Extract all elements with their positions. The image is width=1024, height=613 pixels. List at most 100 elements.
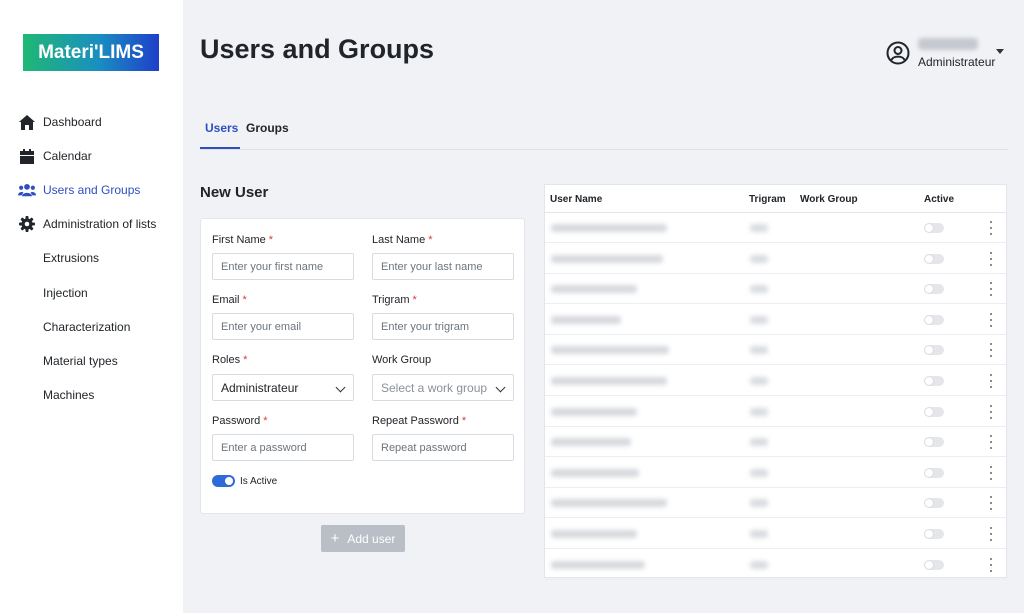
add-user-button[interactable]: + Add user [321,525,405,552]
email-label: Email * [212,294,247,306]
kebab-menu-icon[interactable] [988,312,994,327]
caret-down-icon[interactable] [996,49,1004,54]
user-name-redacted [551,346,669,355]
sidebar-item-label: Extrusions [43,251,100,265]
is-active-toggle[interactable] [212,475,235,487]
user-name-redacted [918,38,978,50]
new-user-form: First Name * Enter your first name Last N… [200,218,525,514]
column-header-work-group[interactable]: Work Group [800,194,858,205]
first-name-label: First Name * [212,234,274,246]
user-name-redacted [551,438,631,447]
active-toggle[interactable] [924,559,944,570]
kebab-menu-icon[interactable] [988,465,994,480]
tab-groups[interactable]: Groups [246,121,289,135]
column-header-trigram[interactable]: Trigram [749,194,786,205]
sidebar-item-machines[interactable]: Machines [0,383,183,407]
sidebar: Materi'LIMS Dashboard Calendar Users and… [0,0,183,613]
sidebar-item-label: Machines [43,388,95,402]
kebab-menu-icon[interactable] [988,343,994,358]
trigram-redacted [750,530,768,538]
active-toggle[interactable] [924,437,944,448]
trigram-redacted [750,224,768,232]
active-toggle[interactable] [924,498,944,509]
trigram-field[interactable]: Enter your trigram [372,313,514,340]
table-row[interactable] [545,366,1006,396]
users-table: User Name Trigram Work Group Active [544,184,1007,580]
add-user-label: Add user [347,531,396,546]
kebab-menu-icon[interactable] [988,374,994,388]
column-header-user-name[interactable]: User Name [550,194,602,205]
calendar-icon [18,147,36,165]
sidebar-item-dashboard[interactable]: Dashboard [0,110,183,134]
user-name-redacted [551,560,645,569]
roles-label: Roles * [212,354,248,366]
table-row[interactable] [545,488,1006,519]
sidebar-item-material-types[interactable]: Material types [0,349,183,373]
sidebar-item-injection[interactable]: Injection [0,281,183,305]
kebab-menu-icon[interactable] [988,282,994,297]
kebab-menu-icon[interactable] [988,527,994,541]
active-toggle[interactable] [924,467,944,478]
trigram-redacted [750,560,768,569]
user-menu[interactable]: Administrateur [886,36,1016,76]
user-name-redacted [551,377,667,385]
trigram-redacted [750,346,768,355]
sidebar-item-administration-of-lists[interactable]: Administration of lists [0,212,183,236]
sidebar-item-label: Calendar [43,149,92,163]
kebab-menu-icon[interactable] [988,435,994,450]
app-logo[interactable]: Materi'LIMS [23,34,159,71]
user-name-redacted [551,407,637,416]
column-header-active[interactable]: Active [924,194,954,205]
table-row[interactable] [545,458,1006,488]
active-toggle[interactable] [924,223,944,233]
table-row[interactable] [545,213,1006,243]
sidebar-item-calendar[interactable]: Calendar [0,144,183,168]
table-row[interactable] [545,519,1006,549]
table-row[interactable] [545,244,1006,274]
sidebar-item-users-and-groups[interactable]: Users and Groups [0,178,183,202]
table-row[interactable] [545,335,1006,366]
user-name-redacted [551,254,663,263]
sidebar-item-label: Administration of lists [43,217,157,231]
sidebar-item-extrusions[interactable]: Extrusions [0,246,183,270]
sidebar-item-label: Dashboard [43,115,102,129]
kebab-menu-icon[interactable] [988,221,994,235]
table-row[interactable] [545,274,1006,305]
work-group-select[interactable]: Select a work group [372,374,514,401]
kebab-menu-icon[interactable] [988,557,994,572]
repeat-password-field[interactable]: Repeat password [372,434,514,461]
gear-icon [18,215,36,233]
trigram-redacted [750,254,768,263]
table-row[interactable] [545,397,1006,427]
tab-bar: Users Groups [200,112,1008,150]
active-toggle[interactable] [924,284,944,295]
email-field[interactable]: Enter your email [212,313,354,340]
user-name-redacted [551,499,667,508]
roles-select[interactable]: Administrateur [212,374,354,401]
first-name-field[interactable]: Enter your first name [212,253,354,280]
active-toggle[interactable] [924,529,944,539]
last-name-field[interactable]: Enter your last name [372,253,514,280]
active-toggle[interactable] [924,406,944,417]
sidebar-item-label: Characterization [43,320,131,334]
active-toggle[interactable] [924,314,944,325]
table-row[interactable] [545,550,1006,580]
sidebar-item-characterization[interactable]: Characterization [0,315,183,339]
sidebar-item-label: Material types [43,354,118,368]
trigram-redacted [750,499,768,508]
kebab-menu-icon[interactable] [988,404,994,419]
password-field[interactable]: Enter a password [212,434,354,461]
tab-users[interactable]: Users [205,121,238,135]
active-toggle[interactable] [924,345,944,356]
active-toggle[interactable] [924,253,944,264]
kebab-menu-icon[interactable] [988,251,994,266]
sidebar-item-label: Users and Groups [43,183,141,197]
table-row[interactable] [545,427,1006,458]
home-icon [18,113,36,131]
trigram-label: Trigram * [372,294,417,306]
active-toggle[interactable] [924,376,944,386]
table-row[interactable] [545,305,1006,335]
trigram-redacted [750,377,768,385]
kebab-menu-icon[interactable] [988,496,994,511]
page-title: Users and Groups [200,34,435,64]
